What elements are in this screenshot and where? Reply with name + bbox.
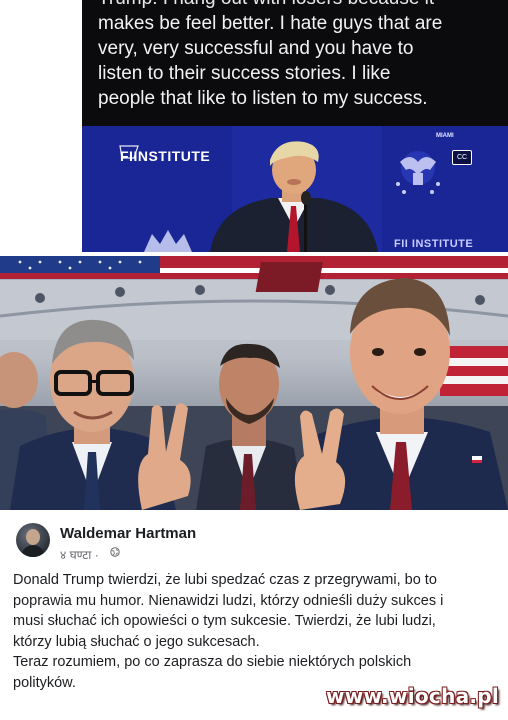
tweet-line: people that like to listen to my success… <box>98 88 428 109</box>
event-badge: MIAMI <box>436 133 454 139</box>
post-timestamp[interactable]: ४ घण्टा · <box>60 546 99 563</box>
author-name[interactable]: Waldemar Hartman <box>60 525 196 542</box>
post-line: Donald Trump twierdzi, że lubi spedzać c… <box>13 572 437 588</box>
photo-scene <box>0 256 508 510</box>
tweet-line: Trump: I hang out with losers because it <box>98 0 502 11</box>
fii-institute-logo: FIINSTITUTE <box>120 148 211 164</box>
video-frame <box>82 126 508 252</box>
site-watermark: www.wiocha.pl <box>326 684 500 708</box>
tweet-line: makes be feel better. I hate guys that a… <box>98 13 443 34</box>
tweet-card: Trump: I hang out with losers because it… <box>82 0 508 252</box>
fii-institute-logo-secondary: FII INSTITUTE <box>394 238 474 250</box>
globe-icon <box>110 547 120 557</box>
post-line: poprawia mu humor. Nienawidzi ludzi, któ… <box>13 592 444 609</box>
tweet-screenshot-panel: Trump: I hang out with losers because it… <box>0 0 508 252</box>
facebook-post: Waldemar Hartman ४ घण्टा · Donald Trump … <box>0 512 508 720</box>
profile-photo-icon <box>20 529 46 557</box>
event-photo <box>0 256 508 510</box>
video-player[interactable]: FIINSTITUTE FII INSTITUTE MIAMI CC <box>82 126 508 252</box>
post-line: musi słuchać ich opowieści o tym sukcesi… <box>13 613 436 629</box>
author-avatar[interactable] <box>16 523 50 557</box>
closed-captions-button[interactable]: CC <box>452 150 472 165</box>
post-line: Teraz rozumiem, po co zaprasza do siebie… <box>13 654 412 670</box>
post-line: którzy lubią słuchać o jego sukcesach. <box>13 633 260 650</box>
tweet-line: listen to their success stories. I like <box>98 63 391 84</box>
post-body: Donald Trump twierdzi, że lubi spedzać c… <box>13 570 499 693</box>
tweet-text: Trump: I hang out with losers because it… <box>98 0 502 111</box>
tweet-line: very, very successful and you have to <box>98 38 414 59</box>
